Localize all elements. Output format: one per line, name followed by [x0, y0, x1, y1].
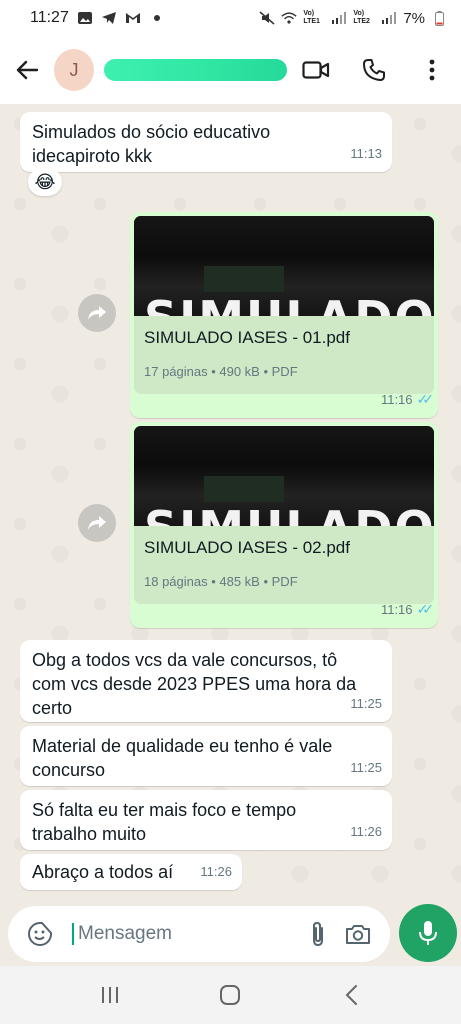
document-info[interactable]: SIMULADO IASES - 01.pdf 17 páginas • 490… [134, 316, 434, 394]
chat-area[interactable]: Simulados do sócio educativo idecapiroto… [0, 104, 461, 904]
message-time: 11:16 [380, 392, 413, 407]
avatar-letter: J [69, 59, 79, 80]
forward-arrow-icon [88, 516, 106, 530]
document-preview-title: SIMULADO [144, 295, 434, 316]
more-options-button[interactable] [403, 36, 461, 104]
video-camera-icon [302, 61, 330, 79]
telegram-notification-icon [101, 11, 117, 25]
document-preview-title: SIMULADO [144, 505, 434, 526]
back-button[interactable] [0, 36, 54, 104]
signal-2-icon [381, 11, 397, 25]
sticker-button[interactable] [20, 914, 60, 954]
recents-icon [102, 987, 119, 1003]
message-input-pill[interactable]: Mensagem [8, 906, 390, 962]
incoming-message[interactable]: Simulados do sócio educativo idecapiroto… [20, 112, 392, 172]
message-text: Material de qualidade eu tenho é vale co… [32, 736, 333, 780]
contact-avatar[interactable]: J [53, 49, 95, 91]
forward-button[interactable] [78, 294, 116, 332]
system-navigation-bar [0, 966, 461, 1024]
system-back-button[interactable] [331, 975, 371, 1015]
incoming-message[interactable]: Só falta eu ter mais foco e tempo trabal… [20, 790, 392, 850]
attach-button[interactable] [298, 914, 338, 954]
message-input[interactable]: Mensagem [72, 923, 298, 945]
kebab-menu-icon [429, 59, 435, 81]
document-meta: 18 páginas • 485 kB • PDF [144, 574, 298, 589]
mute-icon [259, 11, 275, 25]
recents-button[interactable] [90, 975, 130, 1015]
message-time: 11:16 [380, 602, 413, 617]
status-time: 11:27 [30, 9, 69, 26]
video-call-button[interactable] [287, 36, 345, 104]
message-composer: Mensagem [0, 904, 461, 966]
message-time: 11:13 [350, 146, 382, 161]
message-time-wrap: 11:16 ✓✓ [380, 597, 435, 622]
paperclip-icon [313, 921, 323, 947]
read-ticks-icon: ✓✓ [416, 601, 435, 617]
voice-message-button[interactable] [399, 904, 457, 962]
camera-icon [346, 925, 370, 944]
message-text: Só falta eu ter mais foco e tempo trabal… [32, 800, 297, 844]
message-time: 11:26 [200, 864, 232, 879]
gmail-notification-icon [125, 11, 141, 25]
document-meta: 17 páginas • 490 kB • PDF [144, 364, 298, 379]
document-preview[interactable]: SIMULADO [134, 426, 434, 526]
chat-header: J [0, 36, 461, 104]
message-text: Obg a todos vcs da vale concursos, tô co… [32, 650, 357, 718]
outgoing-document-message[interactable]: SIMULADO SIMULADO IASES - 02.pdf 18 pági… [130, 422, 438, 628]
gallery-notification-icon [77, 11, 93, 25]
message-text: Simulados do sócio educativo idecapiroto… [32, 122, 271, 166]
camera-button[interactable] [338, 914, 378, 954]
read-ticks-icon: ✓✓ [416, 391, 435, 407]
message-time-wrap: 11:16 ✓✓ [380, 387, 435, 412]
message-time: 11:26 [350, 824, 382, 839]
phone-icon [363, 59, 385, 81]
voice-call-button[interactable] [345, 36, 403, 104]
sim2-label: Vo) LTE2 [353, 10, 370, 25]
reaction-emoji[interactable]: 😂 [28, 168, 62, 196]
incoming-message[interactable]: Obg a todos vcs da vale concursos, tô co… [20, 640, 392, 722]
message-time: 11:25 [350, 696, 382, 711]
status-bar: 11:27 Vo) LTE1 Vo) LTE2 7% [0, 0, 461, 36]
contact-name-redacted[interactable] [104, 59, 287, 81]
message-time: 11:25 [350, 760, 382, 775]
battery-percent: 7% [403, 9, 425, 27]
document-info[interactable]: SIMULADO IASES - 02.pdf 18 páginas • 485… [134, 526, 434, 604]
more-notifications-dot-icon [149, 11, 165, 25]
forward-button[interactable] [78, 504, 116, 542]
document-preview[interactable]: SIMULADO [134, 216, 434, 316]
microphone-icon [419, 921, 437, 945]
outgoing-document-message[interactable]: SIMULADO SIMULADO IASES - 01.pdf 17 pági… [130, 212, 438, 418]
forward-arrow-icon [88, 306, 106, 320]
home-button[interactable] [210, 975, 250, 1015]
incoming-message[interactable]: Material de qualidade eu tenho é vale co… [20, 726, 392, 786]
document-name: SIMULADO IASES - 02.pdf [144, 538, 350, 557]
signal-1-icon [331, 11, 347, 25]
sticker-icon [28, 922, 52, 946]
document-name: SIMULADO IASES - 01.pdf [144, 328, 350, 347]
arrow-left-icon [16, 60, 38, 80]
wifi-icon [281, 11, 297, 25]
reaction-laughing-icon: 😂 [34, 171, 56, 192]
home-icon [220, 985, 241, 1005]
incoming-message[interactable]: Abraço a todos aí 11:26 [20, 854, 242, 890]
battery-icon [431, 10, 447, 26]
chevron-left-icon [345, 985, 357, 1005]
sim1-label: Vo) LTE1 [303, 10, 320, 25]
